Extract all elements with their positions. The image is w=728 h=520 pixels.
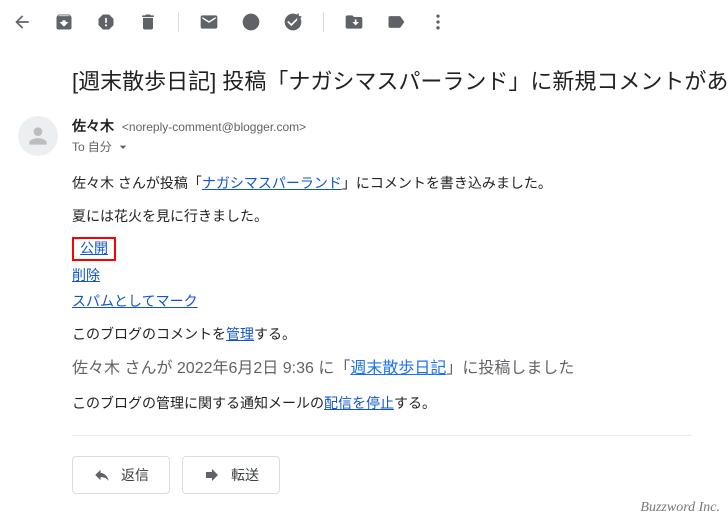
post-meta: 佐々木 さんが 2022年6月2日 9:36 に「週末散歩日記」に投稿しました [72,354,720,384]
reply-icon [93,466,111,484]
body-text: 佐々木 さんが 2022年6月2日 9:36 に「 [72,360,350,377]
forward-button[interactable]: 転送 [182,456,280,494]
mark-spam-link[interactable]: スパムとしてマーク [72,288,198,315]
reply-button[interactable]: 返信 [72,456,170,494]
delete-link[interactable]: 削除 [72,262,100,289]
manage-link[interactable]: 管理 [226,326,254,342]
email-subject: [週末散歩日記] 投稿「ナガシマスパーランド」に新規コメントがあ [0,44,728,108]
highlight-box: 公開 [72,237,116,261]
to-prefix: To [72,140,85,154]
body-text: 佐々木 さんが投稿「 [72,175,202,191]
add-task-icon[interactable] [283,12,303,32]
publish-link[interactable]: 公開 [80,239,108,259]
forward-label: 転送 [231,465,259,485]
unsubscribe-link[interactable]: 配信を停止 [324,395,394,411]
blog-link[interactable]: 週末散歩日記 [350,360,446,377]
sender-name: 佐々木 [72,118,114,134]
to-value: 自分 [88,138,112,155]
sender-email: <noreply-comment@blogger.com> [122,120,306,134]
spam-icon[interactable] [96,12,116,32]
email-header: 佐々木 <noreply-comment@blogger.com> To 自分 [0,108,728,160]
labels-icon[interactable] [386,12,406,32]
back-icon[interactable] [12,12,32,32]
toolbar-separator [323,12,324,32]
watermark: Buzzword Inc. [640,500,720,516]
forward-icon [203,466,221,484]
delete-icon[interactable] [138,12,158,32]
email-body: 佐々木 さんが投稿「ナガシマスパーランド」にコメントを書き込みました。 夏には花… [0,160,728,456]
toolbar-separator [178,12,179,32]
body-text: 」に投稿しました [446,360,574,377]
mark-unread-icon[interactable] [199,12,219,32]
reply-label: 返信 [121,465,149,485]
more-icon[interactable] [428,12,448,32]
comment-content: 夏には花火を見に行きました。 [72,203,720,230]
body-text: する。 [254,326,296,342]
moderation-actions: 公開 削除 スパムとしてマーク [72,235,720,315]
body-text: 」にコメントを書き込みました。 [342,175,552,191]
divider [72,435,692,436]
reply-row: 返信 転送 [0,456,728,494]
avatar[interactable] [18,116,58,156]
snooze-icon[interactable] [241,12,261,32]
action-toolbar [0,0,728,44]
post-link[interactable]: ナガシマスパーランド [202,175,342,191]
chevron-down-icon [115,139,131,155]
body-text: する。 [394,395,436,411]
recipient-line[interactable]: To 自分 [72,138,720,155]
body-text: このブログの管理に関する通知メールの [72,395,324,411]
person-icon [25,123,51,149]
move-to-icon[interactable] [344,12,364,32]
body-text: このブログのコメントを [72,326,226,342]
archive-icon[interactable] [54,12,74,32]
sender-block: 佐々木 <noreply-comment@blogger.com> To 自分 [72,116,720,155]
